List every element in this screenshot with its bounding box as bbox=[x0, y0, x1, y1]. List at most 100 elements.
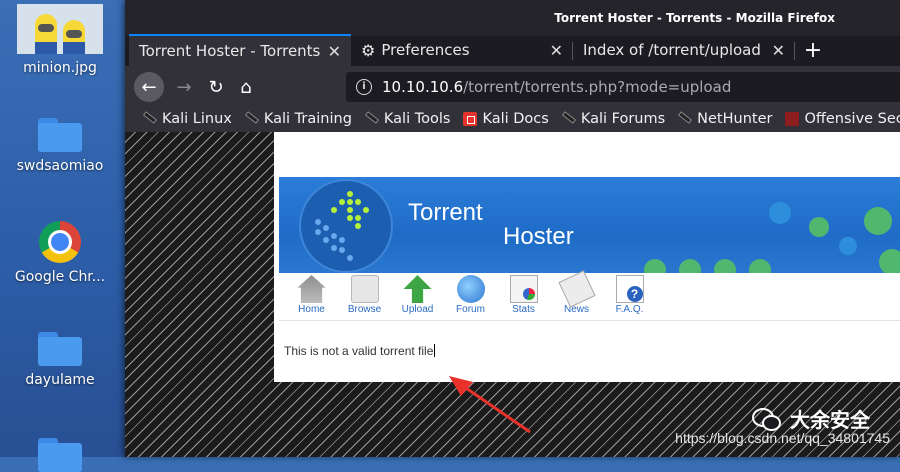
nav-faq[interactable]: F.A.Q. bbox=[603, 273, 656, 320]
watermark-brand: 大余安全 bbox=[752, 404, 870, 433]
arrow-right-icon: → bbox=[176, 76, 192, 98]
decorative-bubble bbox=[864, 207, 892, 235]
upload-arrow-icon bbox=[403, 275, 432, 303]
url-path: /torrent/torrents.php?mode=upload bbox=[463, 78, 732, 96]
tab-torrents[interactable]: Torrent Hoster - Torrents ✕ bbox=[129, 34, 351, 66]
desktop-icon-folder[interactable] bbox=[0, 438, 120, 472]
desktop-icon-dayulame[interactable]: dayulame bbox=[0, 332, 120, 388]
bookmark-label: Kali Linux bbox=[162, 111, 232, 127]
kali-dragon-icon bbox=[562, 112, 576, 126]
nav-stats[interactable]: Stats bbox=[497, 273, 550, 320]
bookmark-kali-linux[interactable]: Kali Linux bbox=[143, 111, 232, 127]
tab-upload-index[interactable]: Index of /torrent/upload ✕ bbox=[573, 34, 795, 66]
nav-forum[interactable]: Forum bbox=[444, 273, 497, 320]
folder-icon bbox=[38, 118, 82, 152]
kali-docs-icon bbox=[463, 112, 478, 126]
nav-upload[interactable]: Upload bbox=[391, 273, 444, 320]
offsec-icon bbox=[785, 112, 800, 126]
close-icon[interactable]: ✕ bbox=[772, 41, 785, 60]
desktop-icon-label: minion.jpg bbox=[23, 60, 97, 76]
banner-title-line1: Torrent bbox=[408, 199, 483, 226]
stats-chart-icon bbox=[509, 275, 538, 303]
close-icon[interactable]: ✕ bbox=[550, 41, 563, 60]
home-button[interactable]: ⌂ bbox=[231, 72, 261, 102]
bookmark-label: Kali Forums bbox=[580, 111, 666, 127]
decorative-bubble bbox=[644, 259, 666, 273]
nav-label: Forum bbox=[456, 304, 485, 315]
decorative-bubble bbox=[879, 249, 900, 273]
kali-dragon-icon bbox=[245, 112, 259, 126]
nav-home[interactable]: Home bbox=[285, 273, 338, 320]
site-nav: Home Browse Upload Forum Stats News F.A.… bbox=[279, 270, 900, 321]
decorative-bubble bbox=[679, 259, 701, 273]
reload-icon: ↻ bbox=[208, 76, 224, 98]
tab-preferences[interactable]: ⚙ Preferences ✕ bbox=[351, 34, 573, 66]
kali-dragon-icon bbox=[365, 112, 379, 126]
new-tab-button[interactable]: + bbox=[795, 34, 831, 66]
gear-icon: ⚙ bbox=[361, 40, 376, 60]
help-icon bbox=[615, 275, 644, 303]
tab-label: Index of /torrent/upload bbox=[583, 41, 761, 59]
tab-label: Torrent Hoster - Torrents bbox=[139, 42, 321, 60]
kali-dragon-icon bbox=[143, 112, 157, 126]
torrent-logo-icon bbox=[299, 179, 393, 273]
arrow-left-icon: ← bbox=[141, 76, 157, 98]
forward-button[interactable]: → bbox=[169, 72, 199, 102]
decorative-bubble bbox=[839, 237, 857, 255]
decorative-bubble bbox=[809, 217, 829, 237]
bookmark-label: Kali Tools bbox=[383, 111, 451, 127]
decorative-bubble bbox=[749, 259, 771, 273]
browse-icon bbox=[350, 275, 379, 303]
watermark-brand-text: 大余安全 bbox=[790, 408, 870, 432]
nav-label: Upload bbox=[401, 304, 434, 315]
folder-icon bbox=[38, 332, 82, 366]
desktop-icon-minion[interactable]: minion.jpg bbox=[0, 0, 120, 76]
info-icon[interactable]: i bbox=[356, 79, 372, 95]
desktop-icon-label: swdsaomiao bbox=[16, 158, 104, 174]
folder-icon bbox=[38, 438, 82, 472]
navigation-toolbar: ← → ↻ ⌂ i 10.10.10.6/torrent/torrents.ph… bbox=[125, 66, 900, 106]
text-cursor bbox=[434, 344, 436, 357]
watermark-url: https://blog.csdn.net/qq_34801745 bbox=[675, 430, 890, 446]
nav-label: Home bbox=[298, 304, 325, 315]
desktop-icon-label: Google Chr... bbox=[14, 269, 106, 285]
nav-label: Browse bbox=[347, 304, 382, 315]
url-host: 10.10.10.6 bbox=[382, 78, 464, 96]
nav-news[interactable]: News bbox=[550, 270, 603, 320]
url-bar[interactable]: i 10.10.10.6/torrent/torrents.php?mode=u… bbox=[346, 72, 900, 102]
bookmark-label: Offensive Security bbox=[804, 111, 900, 127]
reload-button[interactable]: ↻ bbox=[201, 72, 231, 102]
desktop-icon-chrome[interactable]: Google Chr... bbox=[0, 221, 120, 285]
bookmark-kali-training[interactable]: Kali Training bbox=[245, 111, 352, 127]
nav-label: F.A.Q. bbox=[615, 304, 644, 315]
nav-label: News bbox=[563, 304, 589, 315]
kali-dragon-icon bbox=[678, 112, 692, 126]
desktop-icon-label: dayulame bbox=[25, 372, 95, 388]
close-icon[interactable]: ✕ bbox=[328, 42, 341, 61]
minion-thumbnail bbox=[17, 4, 103, 54]
tab-label: Preferences bbox=[381, 41, 470, 59]
tab-strip: Torrent Hoster - Torrents ✕ ⚙ Preference… bbox=[129, 34, 831, 66]
bookmark-nethunter[interactable]: NetHunter bbox=[678, 111, 772, 127]
torrent-hoster-page: Torrent Hoster Home Browse Upload Forum … bbox=[274, 132, 900, 382]
error-message-text: This is not a valid torrent file bbox=[284, 344, 434, 358]
bookmark-kali-forums[interactable]: Kali Forums bbox=[562, 111, 665, 127]
site-banner: Torrent Hoster bbox=[279, 177, 900, 273]
bookmark-kali-docs[interactable]: Kali Docs bbox=[463, 111, 549, 127]
bookmark-kali-tools[interactable]: Kali Tools bbox=[365, 111, 451, 127]
bookmark-label: NetHunter bbox=[697, 111, 773, 127]
desktop-icon-swdsaomiao[interactable]: swdsaomiao bbox=[0, 118, 120, 174]
back-button[interactable]: ← bbox=[134, 72, 164, 102]
nav-label: Stats bbox=[512, 304, 535, 315]
bookmark-offensive-security[interactable]: Offensive Security bbox=[785, 111, 900, 127]
window-title: Torrent Hoster - Torrents - Mozilla Fire… bbox=[125, 0, 900, 36]
bookmarks-toolbar: Kali Linux Kali Training Kali Tools Kali… bbox=[125, 106, 900, 132]
newspaper-icon bbox=[557, 270, 596, 308]
home-icon bbox=[297, 275, 326, 303]
chrome-icon bbox=[39, 221, 81, 263]
decorative-bubble bbox=[769, 202, 791, 224]
annotation-arrow-icon bbox=[449, 376, 531, 434]
bookmark-label: Kali Docs bbox=[482, 111, 549, 127]
forum-icon bbox=[456, 275, 485, 303]
nav-browse[interactable]: Browse bbox=[338, 273, 391, 320]
